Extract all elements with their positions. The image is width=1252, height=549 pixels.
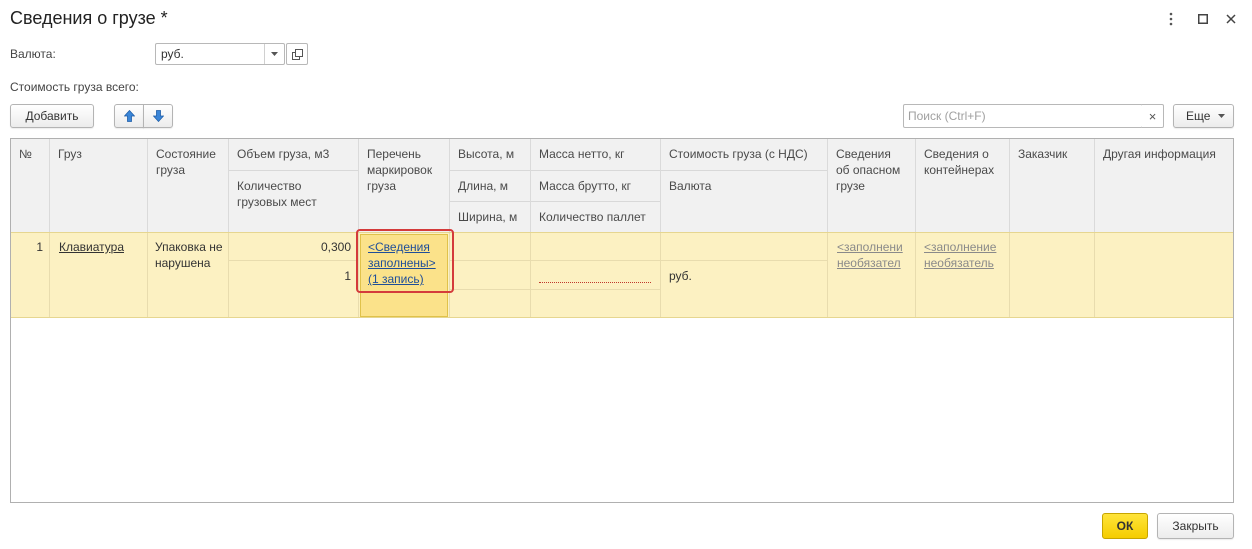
currency-select-value: руб. (161, 47, 184, 61)
header-danger[interactable]: Сведения об опасном грузе (828, 139, 915, 194)
header-containers[interactable]: Сведения о контейнерах (916, 139, 1009, 178)
more-menu-label: Еще (1186, 109, 1211, 123)
currency-select[interactable]: руб. (155, 43, 285, 65)
net-mass-required-field[interactable] (539, 282, 651, 283)
row-number: 1 (36, 240, 43, 254)
more-menu-button[interactable]: Еще (1173, 104, 1234, 128)
close-icon[interactable] (1222, 10, 1240, 28)
header-net-mass[interactable]: Масса нетто, кг (531, 139, 660, 170)
cargo-table[interactable]: № Груз Состояние груза Объем груза, м3 К… (10, 138, 1234, 503)
header-cargo[interactable]: Груз (50, 139, 147, 162)
move-down-button[interactable] (143, 104, 173, 128)
window-title: Сведения о грузе * (10, 8, 168, 28)
danger-link-line2[interactable]: необязател (837, 255, 913, 271)
cargo-link[interactable]: Клавиатура (59, 239, 124, 255)
danger-link-line1[interactable]: <заполнени (837, 239, 913, 255)
header-height[interactable]: Высота, м (450, 139, 530, 170)
close-button[interactable]: Закрыть (1157, 513, 1234, 539)
arrow-down-icon (152, 110, 164, 122)
more-icon[interactable] (1162, 10, 1180, 28)
cost-currency[interactable]: руб. (669, 268, 692, 284)
total-cost-label: Стоимость груза всего: (10, 80, 139, 94)
header-width[interactable]: Ширина, м (450, 202, 530, 225)
header-currency[interactable]: Валюта (661, 171, 827, 194)
header-pallets[interactable]: Количество паллет (531, 202, 660, 225)
header-customer[interactable]: Заказчик (1010, 139, 1094, 162)
header-state[interactable]: Состояние груза (148, 139, 228, 178)
clear-search-button[interactable]: × (1142, 104, 1164, 128)
header-markings[interactable]: Перечень маркировок груза (359, 139, 449, 194)
open-window-icon (291, 48, 303, 60)
header-cost[interactable]: Стоимость груза (с НДС) (661, 139, 827, 170)
header-volume[interactable]: Объем груза, м3 (229, 139, 358, 170)
markings-link-line2[interactable]: заполнены> (368, 255, 436, 271)
currency-label: Валюта: (10, 47, 56, 61)
markings-link-line3[interactable]: (1 запись) (368, 271, 424, 287)
markings-link-line1[interactable]: <Сведения (368, 239, 430, 255)
containers-link-line1[interactable]: <заполнение (924, 239, 1006, 255)
maximize-icon[interactable] (1194, 10, 1212, 28)
move-up-button[interactable] (114, 104, 144, 128)
chevron-down-icon[interactable] (264, 44, 284, 64)
cargo-volume[interactable]: 0,300 (229, 239, 351, 255)
header-gross-mass[interactable]: Масса брутто, кг (531, 171, 660, 201)
cargo-state[interactable]: Упаковка не нарушена (155, 239, 225, 271)
header-other[interactable]: Другая информация (1095, 139, 1233, 162)
arrow-up-icon (123, 110, 135, 122)
ok-button[interactable]: ОК (1102, 513, 1148, 539)
header-places[interactable]: Количество грузовых мест (229, 171, 358, 210)
add-button[interactable]: Добавить (10, 104, 94, 128)
search-input[interactable] (903, 104, 1143, 128)
containers-link-line2[interactable]: необязатель (924, 255, 1006, 271)
header-length[interactable]: Длина, м (450, 171, 530, 201)
chevron-down-icon (1218, 114, 1226, 118)
cargo-places[interactable]: 1 (229, 268, 351, 284)
header-num[interactable]: № (11, 139, 49, 162)
open-currency-button[interactable] (286, 43, 308, 65)
